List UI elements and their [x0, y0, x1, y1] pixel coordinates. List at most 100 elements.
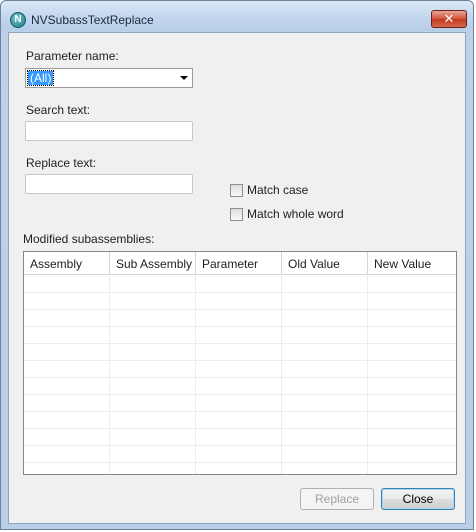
grid-cell	[196, 327, 282, 344]
grid-cell	[282, 344, 368, 361]
title-bar[interactable]: N NVSubassTextReplace ✕	[1, 1, 473, 31]
grid-cell	[110, 463, 196, 474]
grid-empty-row	[24, 446, 456, 463]
grid-cell	[368, 327, 456, 344]
replace-button[interactable]: Replace	[300, 488, 374, 510]
grid-empty-row	[24, 361, 456, 378]
grid-empty-row	[24, 378, 456, 395]
grid-cell	[110, 293, 196, 310]
grid-cell	[24, 344, 110, 361]
grid-cell	[24, 446, 110, 463]
grid-cell	[110, 446, 196, 463]
grid-empty-row	[24, 463, 456, 474]
grid-cell	[24, 378, 110, 395]
grid-cell	[110, 395, 196, 412]
grid-cell	[282, 412, 368, 429]
grid-cell	[24, 276, 110, 293]
grid-cell	[24, 463, 110, 474]
grid-cell	[24, 412, 110, 429]
match-case-checkbox[interactable]	[230, 184, 243, 197]
grid-cell	[282, 276, 368, 293]
grid-cell	[368, 412, 456, 429]
column-header-assembly[interactable]: Assembly	[24, 252, 110, 275]
grid-empty-row	[24, 293, 456, 310]
grid-empty-row	[24, 395, 456, 412]
grid-cell	[282, 293, 368, 310]
grid-cell	[24, 327, 110, 344]
grid-empty-row	[24, 276, 456, 293]
column-header-parameter[interactable]: Parameter	[196, 252, 282, 275]
grid-cell	[282, 463, 368, 474]
grid-cell	[282, 429, 368, 446]
grid-empty-row	[24, 344, 456, 361]
grid-cell	[196, 446, 282, 463]
search-text-input[interactable]	[25, 121, 193, 141]
grid-cell	[196, 344, 282, 361]
grid-cell	[196, 412, 282, 429]
chevron-down-icon[interactable]	[180, 76, 188, 80]
replace-text-label: Replace text:	[26, 156, 97, 170]
grid-cell	[24, 310, 110, 327]
grid-cell	[282, 378, 368, 395]
match-whole-word-label[interactable]: Match whole word	[247, 207, 344, 221]
grid-cell	[368, 276, 456, 293]
grid-cell	[368, 395, 456, 412]
grid-cell	[196, 463, 282, 474]
grid-cell	[196, 276, 282, 293]
grid-cell	[282, 327, 368, 344]
column-header-old-value[interactable]: Old Value	[282, 252, 368, 275]
grid-cell	[110, 276, 196, 293]
replace-text-input[interactable]	[25, 174, 193, 194]
grid-cell	[110, 378, 196, 395]
grid-header: Assembly Sub Assembly Parameter Old Valu…	[24, 252, 456, 276]
grid-cell	[368, 361, 456, 378]
grid-cell	[110, 429, 196, 446]
modified-subassemblies-label: Modified subassemblies:	[23, 232, 155, 246]
grid-cell	[368, 310, 456, 327]
grid-cell	[368, 446, 456, 463]
grid-cell	[196, 395, 282, 412]
app-icon: N	[10, 12, 26, 28]
grid-cell	[24, 429, 110, 446]
grid-empty-row	[24, 327, 456, 344]
grid-cell	[24, 395, 110, 412]
column-header-sub-assembly[interactable]: Sub Assembly	[110, 252, 196, 275]
grid-empty-row	[24, 429, 456, 446]
column-header-new-value[interactable]: New Value	[368, 252, 456, 275]
grid-cell	[282, 446, 368, 463]
grid-cell	[24, 361, 110, 378]
grid-body	[24, 276, 456, 474]
grid-empty-row	[24, 310, 456, 327]
close-window-button[interactable]: ✕	[431, 10, 467, 28]
grid-cell	[282, 361, 368, 378]
grid-cell	[110, 344, 196, 361]
grid-cell	[282, 310, 368, 327]
grid-cell	[110, 361, 196, 378]
grid-cell	[368, 378, 456, 395]
grid-cell	[110, 327, 196, 344]
match-case-label[interactable]: Match case	[247, 183, 308, 197]
close-button[interactable]: Close	[381, 488, 455, 510]
modified-subassemblies-grid[interactable]: Assembly Sub Assembly Parameter Old Valu…	[23, 251, 457, 475]
grid-empty-row	[24, 412, 456, 429]
grid-cell	[24, 293, 110, 310]
grid-cell	[368, 429, 456, 446]
dialog-client-area: Parameter name: (All) Search text: Repla…	[8, 32, 466, 524]
grid-cell	[196, 378, 282, 395]
grid-cell	[196, 429, 282, 446]
match-whole-word-checkbox[interactable]	[230, 208, 243, 221]
grid-cell	[368, 463, 456, 474]
grid-cell	[110, 310, 196, 327]
parameter-name-selected-value: (All)	[26, 70, 55, 86]
dialog-window: N NVSubassTextReplace ✕ Parameter name: …	[0, 0, 474, 530]
grid-cell	[196, 293, 282, 310]
grid-cell	[110, 412, 196, 429]
search-text-label: Search text:	[26, 103, 91, 117]
window-title: NVSubassTextReplace	[31, 13, 154, 27]
grid-cell	[282, 395, 368, 412]
grid-cell	[368, 293, 456, 310]
parameter-name-dropdown[interactable]: (All)	[25, 68, 193, 88]
parameter-name-label: Parameter name:	[26, 49, 119, 63]
grid-cell	[196, 310, 282, 327]
grid-cell	[196, 361, 282, 378]
